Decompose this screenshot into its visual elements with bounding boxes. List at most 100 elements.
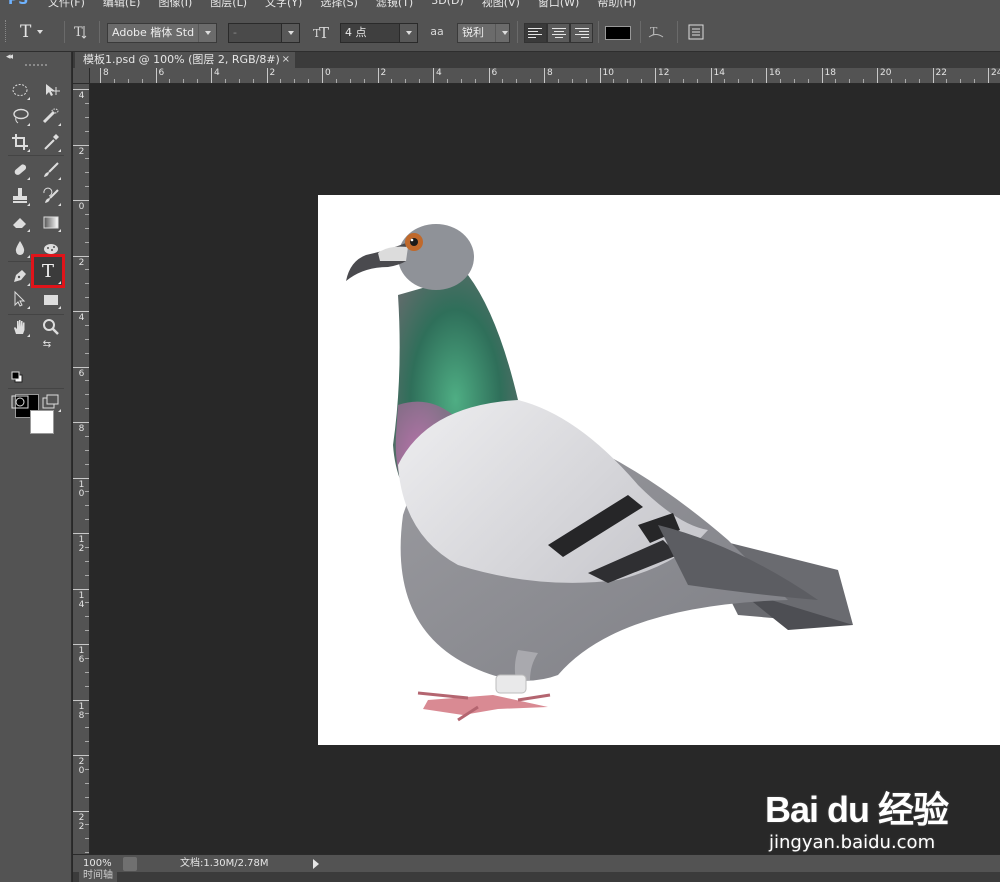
ruler-tick: 2 [73, 255, 89, 267]
vertical-ruler[interactable]: 4 2 0 2 4 6 8 10 12 14 16 18 20 22 [73, 84, 90, 854]
horizontal-ruler[interactable]: 8642024681012141618202224 [90, 68, 1000, 84]
ruler-tick-label: 0 [325, 68, 331, 78]
document-size-info: 文档:1.30M/2.78M [180, 858, 269, 869]
share-icon[interactable] [123, 857, 137, 871]
align-left-button[interactable] [524, 23, 547, 43]
ruler-minor-tick [613, 79, 615, 83]
ruler-minor-tick [460, 79, 462, 83]
menu-select[interactable]: 选择(S) [320, 0, 358, 10]
timeline-panel-tab[interactable]: 时间轴 [73, 870, 1000, 882]
clone-stamp-tool[interactable] [9, 185, 31, 207]
divider [677, 21, 678, 43]
ruler-minor-tick [252, 79, 254, 83]
default-colors-icon[interactable] [10, 370, 24, 384]
font-style-select[interactable]: - [228, 23, 300, 43]
ruler-tick: 22 [932, 68, 947, 83]
pen-tool[interactable] [9, 265, 31, 287]
divider [99, 21, 100, 43]
menu-type[interactable]: 文字(Y) [265, 0, 302, 10]
ruler-tick: 14 [73, 588, 89, 609]
ruler-tick-label: 22 [935, 68, 947, 78]
text-color-swatch[interactable] [605, 26, 631, 40]
ruler-minor-tick [363, 79, 365, 83]
ruler-minor-tick [294, 79, 296, 83]
ruler-minor-tick [85, 491, 89, 493]
text-orientation-toggle[interactable]: T [72, 23, 90, 41]
ruler-tick: 8 [544, 68, 553, 83]
history-brush-tool[interactable] [40, 185, 62, 207]
ruler-minor-tick [85, 116, 89, 118]
swap-colors-icon[interactable]: ⇆ [40, 337, 54, 351]
ruler-origin[interactable] [73, 68, 90, 84]
brush-tool[interactable] [40, 159, 62, 181]
close-icon[interactable]: × [282, 52, 290, 68]
ruler-minor-tick [197, 79, 199, 83]
menu-view[interactable]: 视图(V) [482, 0, 520, 10]
menu-filter[interactable]: 滤镜(T) [376, 0, 413, 10]
ruler-tick-label: 20 [880, 68, 892, 78]
horizontal-type-tool[interactable]: T [31, 254, 65, 288]
collapse-panel-icon[interactable]: ◂◂ [6, 52, 13, 62]
gradient-tool[interactable] [40, 211, 62, 233]
tool-preset-picker[interactable]: T [20, 21, 60, 43]
elliptical-marquee-tool[interactable] [9, 79, 31, 101]
align-center-button[interactable] [547, 23, 570, 43]
move-tool[interactable] [40, 79, 62, 101]
svg-text:T: T [74, 25, 83, 40]
rectangle-tool[interactable] [40, 288, 62, 310]
menu-image[interactable]: 图像(I) [158, 0, 192, 10]
quick-mask-icon [11, 395, 29, 409]
ruler-tick: 18 [73, 699, 89, 720]
menu-layer[interactable]: 图层(L) [210, 0, 247, 10]
ruler-tick: 6 [488, 68, 497, 83]
document-canvas[interactable] [318, 195, 1000, 745]
ruler-minor-tick [141, 79, 143, 83]
ruler-tick-label: 8 [547, 68, 553, 78]
status-menu-arrow-icon[interactable] [313, 859, 319, 869]
spot-healing-brush-tool[interactable] [9, 159, 31, 181]
menu-window[interactable]: 窗口(W) [538, 0, 579, 10]
antialias-select[interactable]: 锐利 [457, 23, 510, 43]
tools-panel-grip[interactable] [25, 64, 47, 66]
ruler-minor-tick [85, 380, 89, 382]
type-tool-icon: T [41, 260, 54, 282]
menu-help[interactable]: 帮助(H) [597, 0, 636, 10]
chevron-updown-icon [495, 24, 509, 42]
menu-edit[interactable]: 编辑(E) [103, 0, 141, 10]
hand-tool[interactable] [9, 316, 31, 338]
quick-selection-tool[interactable] [40, 105, 62, 127]
zoom-tool[interactable] [40, 316, 62, 338]
crop-tool[interactable] [9, 131, 31, 153]
options-bar-grip[interactable] [5, 20, 8, 42]
ruler-minor-tick [502, 79, 504, 83]
background-color-swatch[interactable] [30, 410, 54, 434]
font-style-value: - [233, 26, 237, 39]
ruler-minor-tick [85, 519, 89, 521]
ruler-tick-label: 18 [824, 68, 836, 78]
warp-text-button[interactable]: T [647, 23, 665, 41]
character-panel-button[interactable] [687, 23, 705, 41]
menu-3d[interactable]: 3D(D) [431, 0, 464, 10]
document-tab[interactable]: 模板1.psd @ 100% (图层 2, RGB/8#) × [75, 52, 295, 68]
blur-tool[interactable] [9, 237, 31, 259]
font-family-select[interactable]: Adobe 楷体 Std [107, 23, 217, 43]
canvas-area[interactable] [90, 84, 1000, 854]
align-right-button[interactable] [570, 23, 593, 43]
ruler-tick-label: 4 [78, 313, 85, 323]
ruler-minor-tick [696, 79, 698, 83]
path-selection-tool[interactable] [9, 288, 31, 310]
menu-bar: PS 文件(F) 编辑(E) 图像(I) 图层(L) 文字(Y) 选择(S) 滤… [0, 0, 1000, 12]
ruler-minor-tick [85, 546, 89, 548]
svg-text:T: T [319, 24, 329, 41]
lasso-tool[interactable] [9, 105, 31, 127]
font-size-input[interactable]: 4 点 [340, 23, 418, 43]
screen-mode-button[interactable] [40, 391, 62, 413]
menu-file[interactable]: 文件(F) [48, 0, 85, 10]
ruler-minor-tick [571, 79, 573, 83]
quick-mask-button[interactable] [9, 391, 31, 413]
ruler-tick-label: 4 [436, 68, 442, 78]
eraser-tool[interactable] [9, 211, 31, 233]
eyedropper-tool[interactable] [40, 131, 62, 153]
font-size-value: 4 点 [345, 26, 367, 39]
ruler-minor-tick [85, 394, 89, 396]
